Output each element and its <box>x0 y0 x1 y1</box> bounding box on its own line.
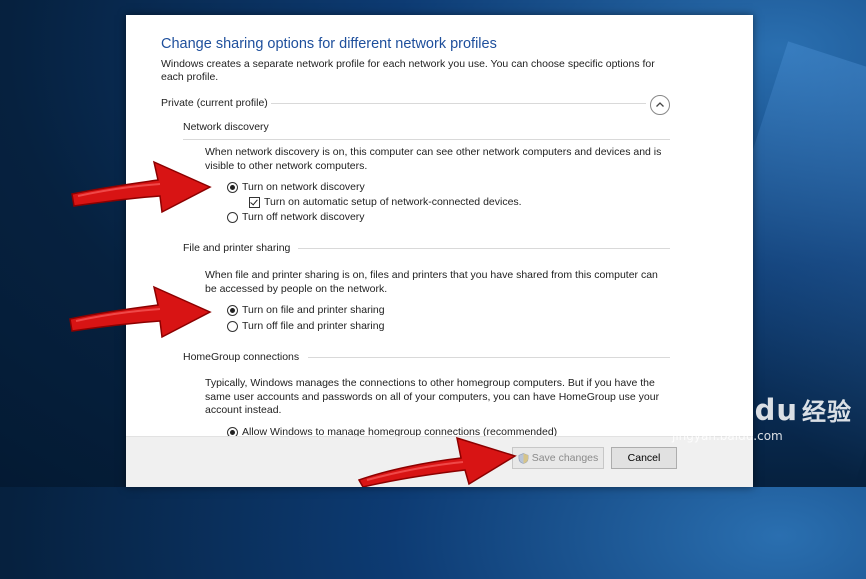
radio-label: Turn off file and printer sharing <box>242 320 385 332</box>
radio-label: Turn on network discovery <box>242 181 365 193</box>
radio-turn-off-file-printer-sharing[interactable]: Turn off file and printer sharing <box>227 320 384 332</box>
radio-selected-icon <box>227 304 238 316</box>
network-discovery-divider <box>183 139 670 140</box>
file-printer-sharing-description: When file and printer sharing is on, fil… <box>205 269 658 295</box>
radio-unselected-icon <box>227 211 238 223</box>
radio-turn-on-network-discovery[interactable]: Turn on network discovery <box>227 181 365 193</box>
file-printer-sharing-divider <box>298 248 670 249</box>
watermark-brand: Bai du 经验 <box>668 392 852 427</box>
radio-turn-off-network-discovery[interactable]: Turn off network discovery <box>227 211 365 223</box>
arrow-annotation-icon <box>69 285 212 339</box>
checkbox-label: Turn on automatic setup of network-conne… <box>264 196 522 208</box>
save-changes-button[interactable]: Save changes <box>512 447 604 469</box>
checkbox-auto-setup[interactable]: Turn on automatic setup of network-conne… <box>249 196 522 208</box>
homegroup-divider <box>308 357 670 358</box>
network-discovery-header: Network discovery <box>183 121 269 133</box>
baidu-watermark: Bai du 经验 jingyan.baidu.com <box>668 392 852 444</box>
homegroup-header: HomeGroup connections <box>183 351 300 363</box>
chevron-up-icon <box>656 102 664 107</box>
radio-selected-icon <box>227 181 238 193</box>
uac-shield-icon <box>518 452 529 464</box>
paw-icon <box>728 398 750 420</box>
file-printer-sharing-header: File and printer sharing <box>183 242 291 254</box>
arrow-annotation-icon <box>71 160 212 214</box>
homegroup-description: Typically, Windows manages the connectio… <box>205 377 660 416</box>
watermark-brand-right: du <box>754 392 799 427</box>
arrow-annotation-icon <box>357 436 517 487</box>
page-title: Change sharing options for different net… <box>161 36 497 52</box>
watermark-url: jingyan.baidu.com <box>672 429 783 443</box>
checkbox-checked-icon <box>249 196 260 208</box>
profile-label: Private (current profile) <box>161 97 268 109</box>
network-discovery-description: When network discovery is on, this compu… <box>205 146 662 172</box>
radio-unselected-icon <box>227 320 238 332</box>
watermark-brand-left: Bai <box>668 392 723 427</box>
radio-turn-on-file-printer-sharing[interactable]: Turn on file and printer sharing <box>227 304 385 316</box>
cancel-label: Cancel <box>627 452 661 464</box>
watermark-brand-cn: 经验 <box>802 398 853 426</box>
sharing-options-window: Change sharing options for different net… <box>126 15 753 487</box>
radio-label: Turn on file and printer sharing <box>242 304 385 316</box>
intro-text: Windows creates a separate network profi… <box>161 58 655 83</box>
save-changes-label: Save changes <box>531 452 599 464</box>
collapse-profile-button[interactable] <box>650 95 670 115</box>
cancel-button[interactable]: Cancel <box>611 447 677 469</box>
radio-label: Turn off network discovery <box>242 211 365 223</box>
profile-divider <box>271 103 646 104</box>
